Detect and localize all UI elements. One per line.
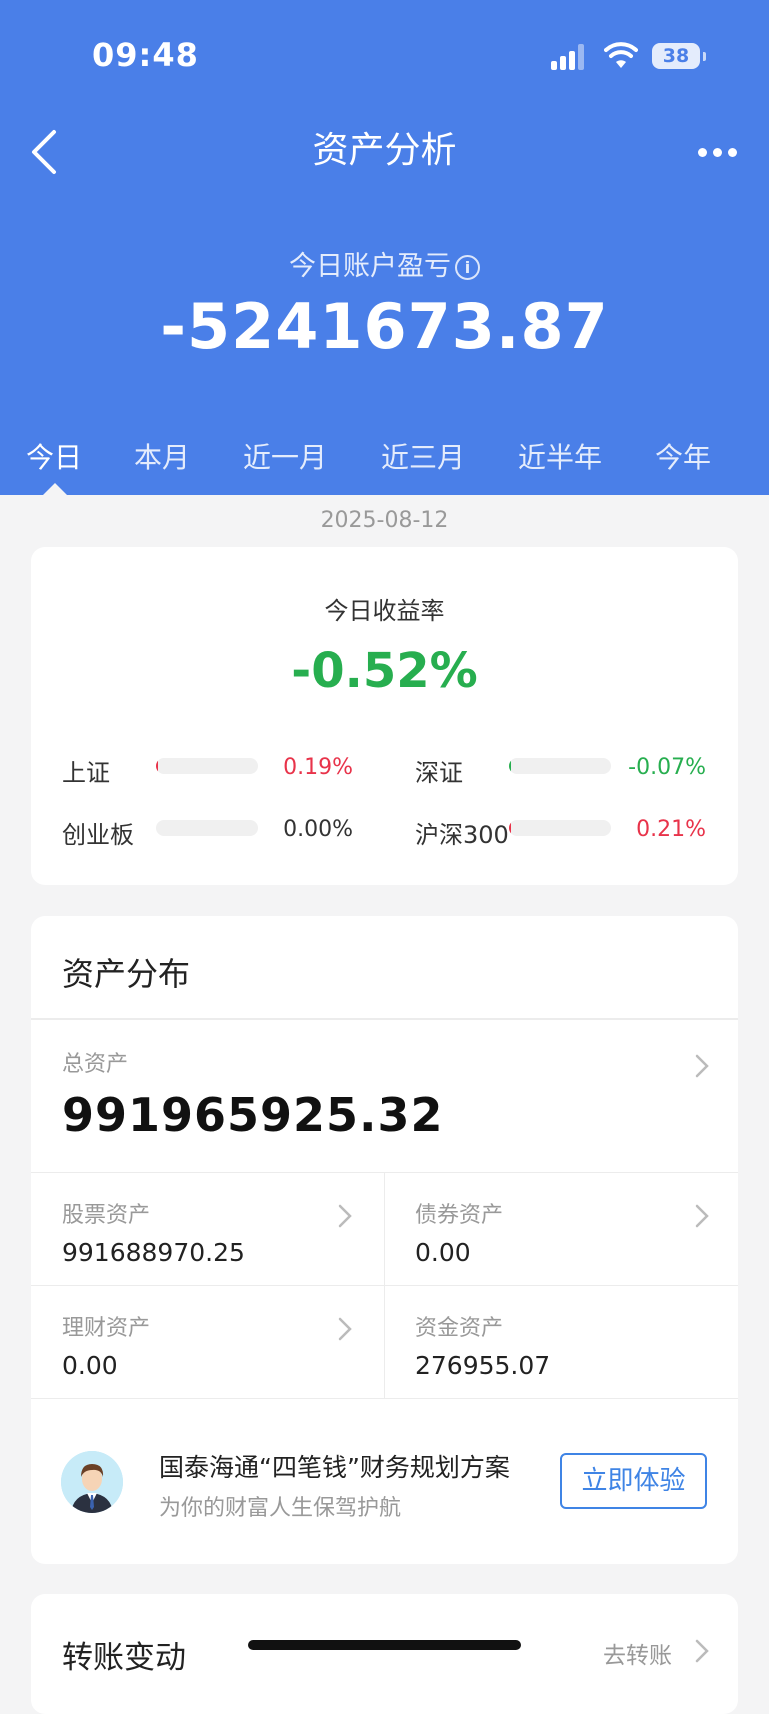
index-bar bbox=[509, 758, 611, 774]
status-time: 09:48 bbox=[92, 36, 199, 74]
header: 09:48 38 资产分析 今日账户盈亏 i -5241673.87 今日 本月 … bbox=[0, 0, 769, 495]
tab-last-month[interactable]: 近一月 bbox=[243, 436, 327, 476]
bond-assets-value: 0.00 bbox=[415, 1238, 471, 1267]
promo-subtitle: 为你的财富人生保驾护航 bbox=[159, 1496, 402, 1521]
index-value: -0.07% bbox=[628, 755, 706, 780]
return-rate-label: 今日收益率 bbox=[324, 597, 445, 625]
transfer-title: 转账变动 bbox=[62, 1640, 186, 1676]
tab-indicator bbox=[43, 483, 67, 495]
stock-assets-value: 991688970.25 bbox=[62, 1238, 245, 1267]
total-assets-label: 总资产 bbox=[62, 1052, 129, 1077]
divider bbox=[31, 1398, 738, 1399]
period-tabs: 今日 本月 近一月 近三月 近半年 今年 bbox=[0, 436, 769, 495]
chevron-right-icon[interactable] bbox=[694, 1053, 710, 1079]
stock-assets-label: 股票资产 bbox=[62, 1203, 151, 1228]
bond-assets-label: 债券资产 bbox=[415, 1203, 504, 1228]
tab-last-half-year[interactable]: 近半年 bbox=[518, 436, 602, 476]
wealth-assets-value: 0.00 bbox=[62, 1351, 118, 1380]
tab-this-year[interactable]: 今年 bbox=[655, 436, 711, 476]
chevron-right-icon[interactable] bbox=[694, 1203, 710, 1229]
section-title: 资产分布 bbox=[62, 955, 191, 993]
battery-icon: 38 bbox=[652, 43, 706, 69]
cellular-signal-icon bbox=[551, 44, 589, 70]
divider bbox=[31, 1018, 738, 1020]
divider bbox=[31, 1285, 738, 1286]
wealth-assets-label: 理财资产 bbox=[62, 1316, 151, 1341]
total-assets-value: 991965925.32 bbox=[62, 1088, 444, 1142]
transfer-card: 转账变动 去转账 bbox=[31, 1594, 738, 1714]
pl-label: 今日账户盈亏 i bbox=[0, 244, 769, 283]
tab-this-month[interactable]: 本月 bbox=[134, 436, 190, 476]
index-name: 创业板 bbox=[62, 821, 134, 849]
index-name: 上证 bbox=[62, 759, 110, 787]
wifi-icon bbox=[604, 42, 638, 68]
index-value: 0.21% bbox=[636, 817, 706, 842]
advisor-avatar bbox=[61, 1451, 123, 1513]
more-options-button[interactable] bbox=[690, 140, 746, 164]
chevron-right-icon[interactable] bbox=[694, 1638, 710, 1664]
cash-assets-label: 资金资产 bbox=[415, 1316, 504, 1341]
index-value: 0.00% bbox=[283, 817, 353, 842]
chevron-right-icon[interactable] bbox=[337, 1316, 353, 1342]
promo-title: 国泰海通“四笔钱”财务规划方案 bbox=[159, 1453, 510, 1482]
returns-card: 今日收益率 -0.52% 上证 0.19% 深证 -0.07% 创业板 0.00… bbox=[31, 547, 738, 885]
tab-today[interactable]: 今日 bbox=[26, 436, 82, 476]
page-title: 资产分析 bbox=[312, 130, 457, 171]
index-value: 0.19% bbox=[283, 755, 353, 780]
asset-distribution-card: 资产分布 总资产 991965925.32 股票资产 991688970.25 … bbox=[31, 916, 738, 1564]
index-bar bbox=[156, 758, 258, 774]
pl-value: -5241673.87 bbox=[160, 290, 609, 363]
status-bar: 09:48 38 bbox=[0, 0, 769, 110]
chevron-right-icon[interactable] bbox=[337, 1203, 353, 1229]
info-icon[interactable]: i bbox=[455, 255, 480, 280]
home-indicator bbox=[248, 1640, 521, 1650]
try-now-button[interactable]: 立即体验 bbox=[560, 1453, 707, 1509]
cash-assets-value: 276955.07 bbox=[415, 1351, 551, 1380]
index-name: 深证 bbox=[415, 759, 463, 787]
index-bar bbox=[509, 820, 611, 836]
index-name: 沪深300 bbox=[415, 821, 509, 849]
index-bar bbox=[156, 820, 258, 836]
tab-last-three-months[interactable]: 近三月 bbox=[381, 436, 465, 476]
return-rate-value: -0.52% bbox=[291, 643, 478, 699]
date-label: 2025-08-12 bbox=[320, 508, 449, 533]
